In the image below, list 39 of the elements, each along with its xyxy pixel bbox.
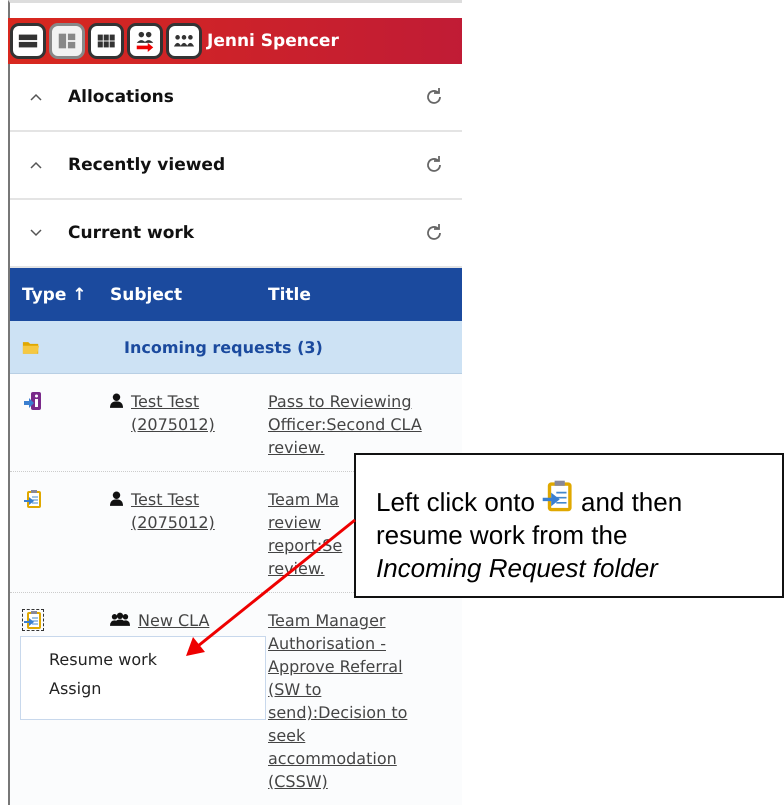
group-icon: [110, 612, 130, 627]
menu-item[interactable]: Resume work: [21, 645, 265, 674]
user-name: Jenni Spencer: [207, 31, 339, 51]
column-header[interactable]: Subject: [110, 284, 268, 304]
subject-link[interactable]: Test Test (2075012): [131, 488, 215, 534]
subject-link[interactable]: Test Test (2075012): [131, 390, 215, 436]
clipboard-transfer-icon: [23, 610, 43, 630]
folder-label: Incoming requests (3): [124, 338, 323, 356]
callout-text: resume work from the Incoming Request folder: [376, 519, 660, 585]
folder-row[interactable]: Incoming requests (3): [10, 321, 462, 374]
refresh-icon[interactable]: [424, 155, 444, 175]
chevron-up-icon: [30, 161, 42, 169]
view-button[interactable]: [127, 23, 163, 59]
info-transfer-icon: [23, 391, 43, 411]
view-button[interactable]: [166, 23, 202, 59]
folder-icon: [22, 340, 40, 354]
column-header[interactable]: Title: [268, 284, 462, 304]
section-title: Allocations: [68, 87, 175, 107]
subject-link[interactable]: New CLA: [138, 609, 210, 632]
refresh-icon[interactable]: [424, 87, 444, 107]
view-button[interactable]: [88, 23, 124, 59]
section-title: Current work: [68, 223, 196, 243]
column-header[interactable]: Type ↑: [10, 284, 110, 304]
title-link[interactable]: Pass to Reviewing Officer:Second CLA review.: [268, 390, 422, 459]
chevron-down-icon: [30, 229, 42, 237]
callout-text: Left click onto: [376, 487, 535, 517]
person-icon: [110, 393, 123, 408]
refresh-icon[interactable]: [424, 223, 444, 243]
section-title: Recently viewed: [68, 155, 226, 175]
people-arrow-icon: [134, 30, 156, 52]
title-link[interactable]: Team Manager Authorisation - Approve Referral (SW to send):Decision to seek accommodation (CSSW): [268, 609, 408, 793]
callout-text: and then: [580, 487, 682, 517]
task-icon-button[interactable]: [22, 390, 44, 412]
chevron-up-icon: [30, 93, 42, 101]
clipboard-transfer-icon: [23, 489, 43, 509]
menu-item[interactable]: Assign: [21, 674, 265, 703]
task-icon-button[interactable]: [22, 609, 44, 631]
view-button[interactable]: [10, 23, 46, 59]
person-icon: [110, 491, 123, 506]
